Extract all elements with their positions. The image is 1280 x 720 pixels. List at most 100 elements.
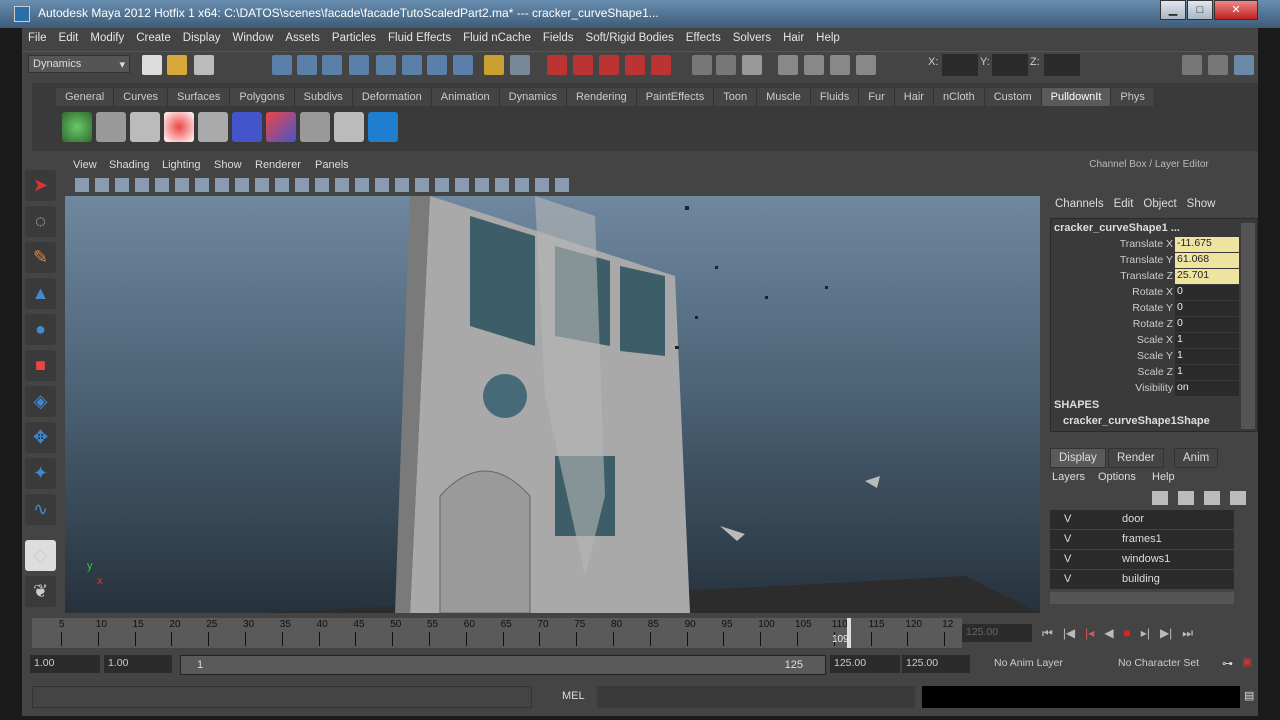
channel-rotate-z[interactable]: Rotate Z0 [1051,317,1239,333]
universal-manipulator-icon[interactable]: ◈ [25,386,56,417]
layer-tab-anim[interactable]: Anim [1174,448,1219,468]
scale-tool-icon[interactable]: ■ [25,350,56,381]
preferences-icon[interactable]: ▣ [1242,655,1252,668]
shelf-tab-rendering[interactable]: Rendering [566,88,637,106]
input-output-icon[interactable] [778,55,798,75]
playback-start-field[interactable]: 1.00 [104,655,172,673]
play-backward-icon[interactable]: ◀ [1104,626,1113,644]
soft-modification-icon[interactable]: ✥ [25,422,56,453]
shelf-tab-pulldownit[interactable]: PulldownIt [1041,88,1112,106]
channel-value[interactable]: 1 [1175,349,1239,364]
new-scene-icon[interactable] [142,55,162,75]
select-by-hierarchy-icon[interactable] [272,55,292,75]
shelf-tab-phys[interactable]: Phys [1111,88,1155,106]
snap-magnet-3-icon[interactable] [651,55,671,75]
channel-translate-y[interactable]: Translate Y 61.068 [1051,253,1239,269]
pdi-logo-icon[interactable] [368,112,398,142]
pdi-cube-fracture-icon[interactable] [266,112,296,142]
script-editor-icon[interactable]: ▤ [1244,689,1254,702]
menu-assets[interactable]: Assets [279,30,326,50]
move-tool-icon[interactable]: ▲ [25,278,56,309]
layer-menu-help[interactable]: Help [1152,471,1175,483]
cb-menu-show[interactable]: Show [1187,198,1216,210]
menu-hair[interactable]: Hair [777,30,810,50]
shelf-tab-deformation[interactable]: Deformation [352,88,432,106]
channel-box-icon[interactable] [1234,55,1254,75]
shelf-tab-dynamics[interactable]: Dynamics [499,88,567,106]
shelf-tab-general[interactable]: General [56,88,115,106]
menu-effects[interactable]: Effects [680,30,727,50]
snap-view-plane-icon[interactable] [427,55,447,75]
channel-visibility[interactable]: Visibility on [1051,381,1239,397]
select-highlight-icon[interactable] [510,55,530,75]
menu-display[interactable]: Display [177,30,227,50]
snap-grid-icon[interactable] [349,55,369,75]
end-time-field[interactable]: 125.00 [902,655,970,673]
channel-box-scrollbar[interactable] [1241,223,1255,429]
input-icon[interactable] [804,55,824,75]
menu-modify[interactable]: Modify [84,30,130,50]
layer-tab-display[interactable]: Display [1050,448,1106,468]
menu-fluid-ncache[interactable]: Fluid nCache [457,30,537,50]
save-scene-icon[interactable] [194,55,214,75]
layer-visibility[interactable]: V [1064,573,1071,585]
time-slider[interactable]: 5 10 15 20 25 30 35 40 45 50 55 60 65 70 75 80 85 90 95 100… [32,618,962,648]
channel-scale-y[interactable]: Scale Y1 [1051,349,1239,365]
vp-menu-show[interactable]: Show [214,159,242,171]
pdi-cube-icon[interactable] [232,112,262,142]
pdi-hammer-icon[interactable] [96,112,126,142]
channel-value[interactable]: 1 [1175,333,1239,348]
pdi-shatter-icon[interactable] [198,112,228,142]
menu-fluid-effects[interactable]: Fluid Effects [382,30,457,50]
channel-value[interactable]: 0 [1175,317,1239,332]
lasso-tool-icon[interactable]: ◌ [25,206,56,237]
select-by-object-icon[interactable] [297,55,317,75]
shelf-tab-fur[interactable]: Fur [859,88,895,106]
channel-value[interactable]: 1 [1175,365,1239,380]
layer-visibility[interactable]: V [1064,533,1071,545]
select-by-component-icon[interactable] [322,55,342,75]
vp-menu-lighting[interactable]: Lighting [162,159,201,171]
go-to-end-icon[interactable]: ⏭ [1182,626,1193,644]
rotate-tool-icon[interactable]: ● [25,314,56,345]
menu-window[interactable]: Window [226,30,279,50]
menu-particles[interactable]: Particles [326,30,382,50]
layer-menu-layers[interactable]: Layers [1052,471,1085,483]
help-icon[interactable] [453,55,473,75]
layout-options-icon[interactable]: ❦ [25,576,56,607]
construction-history-icon[interactable] [573,55,593,75]
step-forward-key-icon[interactable]: ▶| [1160,626,1172,644]
auto-key-icon[interactable]: ⊶ [1222,657,1233,670]
vp-menu-shading[interactable]: Shading [109,159,149,171]
mel-label[interactable]: MEL [562,690,585,702]
mel-input[interactable] [597,686,915,708]
menu-help[interactable]: Help [810,30,846,50]
cb-menu-edit[interactable]: Edit [1114,198,1134,210]
layer-visibility[interactable]: V [1064,553,1071,565]
shelf-tab-fluids[interactable]: Fluids [810,88,860,106]
layer-row-building[interactable]: Vbuilding [1050,570,1234,589]
layer-h-scrollbar[interactable] [1050,592,1234,604]
z-field[interactable] [1044,54,1080,76]
show-manipulator-icon[interactable]: ✦ [25,458,56,489]
snap-magnet-icon[interactable] [599,55,619,75]
viewport-toolbar-icons[interactable] [75,178,575,192]
snap-magnet-2-icon[interactable] [625,55,645,75]
pdi-crack-icon[interactable] [334,112,364,142]
layer-row-windows1[interactable]: Vwindows1 [1050,550,1234,569]
close-button[interactable]: ✕ [1214,0,1258,20]
cb-menu-channels[interactable]: Channels [1055,198,1104,210]
layout-single-icon[interactable]: ◇ [25,540,56,571]
step-forward-frame-icon[interactable]: ▸| [1141,626,1150,644]
channel-value[interactable]: on [1175,381,1239,396]
shelf-tab-custom[interactable]: Custom [984,88,1042,106]
x-field[interactable] [942,54,978,76]
minimize-button[interactable]: ▁ [1160,0,1186,20]
menu-soft-rigid-bodies[interactable]: Soft/Rigid Bodies [580,30,680,50]
range-slider[interactable]: 1 125 [180,655,826,675]
y-field[interactable] [992,54,1028,76]
select-tool-icon[interactable]: ➤ [25,170,56,201]
render-settings-icon[interactable] [742,55,762,75]
channel-value[interactable]: 61.068 [1175,253,1239,268]
ipr-render-icon[interactable] [716,55,736,75]
